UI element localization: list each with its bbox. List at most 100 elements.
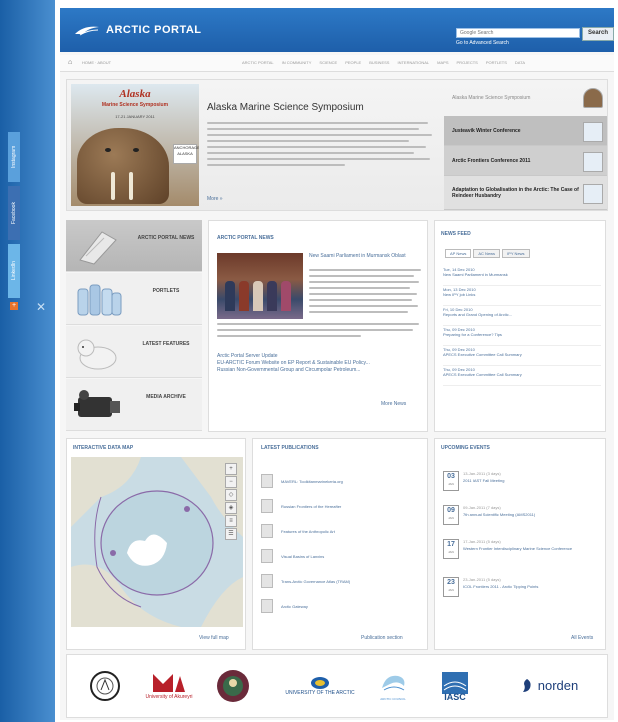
newsfeed-list: Tue, 14 Dec 2010 New Saami Parliament in …	[443, 267, 601, 387]
nav-item[interactable]: PORTLETS	[486, 60, 507, 65]
partner-logo-norden[interactable]: norden	[501, 663, 597, 709]
hero-feature: Alaska Marine Science Symposium 17-21 JA…	[66, 79, 608, 211]
social-sidebar: Instagram Facebook LinkedIn + ✕	[0, 0, 55, 722]
news-title[interactable]: New Saami Parliament in Murmansk Oblast	[309, 253, 421, 260]
list-item[interactable]: Thu, 09 Dec 2010 Preparing for a Conferen…	[443, 327, 601, 346]
list-item[interactable]: Mon, 13 Dec 2010 New IPY job Links	[443, 287, 601, 306]
partner-logo-akureyri[interactable]: University of Akureyri	[143, 663, 195, 709]
zoom-in-button[interactable]: +	[225, 463, 237, 475]
map-panel: INTERACTIVE DATA MAP + − ◇ ◈ ≡ ☰ View fu…	[66, 438, 246, 650]
iasc-logo	[442, 672, 468, 694]
publication-item[interactable]: Visual Basins of Lanxins	[261, 548, 421, 564]
linkedin-tab[interactable]: LinkedIn	[8, 244, 20, 298]
share-plus-icon[interactable]: +	[10, 302, 18, 310]
page-container: ARCTIC PORTAL Search Go to Advanced Sear…	[60, 8, 614, 720]
circle-emblem-icon	[217, 670, 249, 702]
category-label: PORTLETS	[152, 288, 180, 294]
partner-name: UNIVERSITY OF THE ARCTIC	[285, 690, 355, 696]
hero-list-label: Alaska Marine Science Symposium	[452, 95, 531, 101]
search-button[interactable]: Search	[582, 27, 614, 41]
category-media[interactable]: MEDIA ARCHIVE	[66, 379, 202, 431]
tab-ipy-news[interactable]: IPY News	[502, 249, 530, 258]
zoom-out-button[interactable]: −	[225, 476, 237, 488]
category-portlets[interactable]: PORTLETS	[66, 273, 202, 325]
event-item[interactable]: 03 JAN 13-Jan-2011 (3 days) 2011 IAST Fall…	[443, 469, 601, 495]
map-menu-button[interactable]: ☰	[225, 528, 237, 540]
nav-item[interactable]: DATA	[515, 60, 525, 65]
list-item[interactable]: Fri, 10 Dec 2010 Reports and Grand Openin…	[443, 307, 601, 326]
hero-more-link[interactable]: More »	[207, 196, 223, 202]
full-map-link[interactable]: View full map	[199, 635, 229, 641]
instagram-tab[interactable]: Instagram	[8, 132, 20, 182]
publication-section-link[interactable]: Publication section	[361, 635, 403, 641]
partner-name: norden	[537, 678, 579, 693]
walrus-eye	[133, 148, 139, 152]
facebook-tab[interactable]: Facebook	[8, 186, 20, 240]
interactive-map[interactable]: + − ◇ ◈ ≡ ☰	[71, 457, 243, 627]
more-news-link[interactable]: More News	[381, 401, 406, 407]
hero-list-item[interactable]: Adaptation to Globalisation in the Arcti…	[444, 176, 607, 210]
home-icon[interactable]: ⌂	[68, 59, 72, 66]
calendar-icon: 03 JAN	[443, 471, 459, 491]
hero-list-item[interactable]: Arctic Frontiers Conference 2011	[444, 146, 607, 176]
hero-list-item[interactable]: Justeavik Winter Conference	[444, 116, 607, 146]
list-item[interactable]: Thu, 09 Dec 2010 APECS Executive Committe…	[443, 367, 601, 386]
tab-ac-news[interactable]: AC News	[473, 249, 501, 258]
nav-item[interactable]: SCIENCE	[319, 60, 337, 65]
conference-thumbnail	[583, 122, 603, 142]
news-photo[interactable]	[217, 253, 303, 319]
nav-item[interactable]: MAPS	[437, 60, 448, 65]
publication-item[interactable]: Trans-Arctic Governance Atlas (TRAM)	[261, 573, 421, 589]
list-item[interactable]: Tue, 14 Dec 2010 New Saami Parliament in …	[443, 267, 601, 286]
document-icon	[261, 574, 273, 588]
nav-item[interactable]: ARCTIC PORTAL	[242, 60, 274, 65]
document-icon	[261, 499, 273, 513]
partner-logo-circle[interactable]	[213, 663, 253, 709]
news-icon	[79, 231, 117, 265]
partner-logo-iasc[interactable]: IASC	[435, 663, 475, 709]
publication-item[interactable]: MAVERL: Toolkitanmarinekeria.org	[261, 473, 421, 489]
close-icon[interactable]: ✕	[36, 300, 46, 314]
event-item[interactable]: 09 JAN 09-Jan-2011 (7 days) 7th annual Sci…	[443, 503, 601, 529]
bottles-icon	[77, 284, 122, 316]
publication-item[interactable]: Features of the Anthropolic Art	[261, 523, 421, 539]
logo-text: ARCTIC PORTAL	[106, 24, 202, 36]
category-news[interactable]: ARCTIC PORTAL NEWS	[66, 220, 202, 272]
category-label: ARCTIC PORTAL NEWS	[137, 235, 195, 241]
hero-title[interactable]: Alaska Marine Science Symposium	[207, 102, 364, 113]
partner-logo-uarctic[interactable]: UNIVERSITY OF THE ARCTIC	[285, 663, 355, 709]
event-item[interactable]: 23 JAN 23-Jan-2011 (5 days) ICOL Frontiers…	[443, 575, 601, 601]
hero-poster-image[interactable]: Alaska Marine Science Symposium 17-21 JA…	[71, 84, 199, 206]
news-secondary-title[interactable]: Arctic Portal Server Update	[217, 353, 423, 360]
tab-ap-news[interactable]: AP News	[445, 249, 472, 258]
nav-item[interactable]: BUSINESS	[369, 60, 389, 65]
nav-item[interactable]: PEOPLE	[345, 60, 361, 65]
nav-item[interactable]: IN COMMUNITY	[282, 60, 312, 65]
publication-item[interactable]: Russian Frontiers of the Hereafter	[261, 498, 421, 514]
partner-logo-arctic-council[interactable]: ARCTIC COUNCIL	[373, 663, 413, 709]
newsfeed-heading: NEWS FEED	[441, 231, 471, 237]
search-input[interactable]	[456, 28, 580, 38]
partner-logo-seal[interactable]	[85, 663, 125, 709]
nav-item[interactable]: INTERNATIONAL	[397, 60, 429, 65]
category-features[interactable]: LATEST FEATURES	[66, 326, 202, 378]
event-item[interactable]: 17 JAN 17-Jan-2011 (5 days) Western Fronti…	[443, 537, 601, 563]
advanced-search-link[interactable]: Go to Advanced Search	[456, 40, 509, 46]
news-secondary[interactable]: Arctic Portal Server Update EU-ARCTIC Fo…	[217, 353, 423, 374]
hero-feature-list: Alaska Marine Science Symposium Justeavi…	[444, 80, 607, 210]
site-logo[interactable]: ARCTIC PORTAL	[74, 20, 254, 40]
list-item[interactable]: Thu, 09 Dec 2010 APECS Executive Committe…	[443, 347, 601, 366]
hero-body-text	[207, 122, 437, 192]
breadcrumb[interactable]: HOME · ABOUT	[82, 60, 111, 65]
news-secondary-text[interactable]: EU-ARCTIC Forum Website on EP Report & S…	[217, 360, 423, 367]
map-legend-button[interactable]: ≡	[225, 515, 237, 527]
map-layer-button[interactable]: ◇	[225, 489, 237, 501]
nav-item[interactable]: PROJECTS	[457, 60, 478, 65]
news-heading[interactable]: ARCTIC PORTAL NEWS	[217, 235, 274, 241]
map-layer-button[interactable]: ◈	[225, 502, 237, 514]
partner-name: University of Akureyri	[145, 694, 193, 700]
all-events-link[interactable]: All Events	[571, 635, 593, 641]
hero-list-item[interactable]: Alaska Marine Science Symposium	[444, 80, 607, 116]
publication-item[interactable]: Arctic Gateway	[261, 598, 421, 614]
news-secondary-text[interactable]: Russian Non-Governmental Group and Circu…	[217, 367, 423, 374]
